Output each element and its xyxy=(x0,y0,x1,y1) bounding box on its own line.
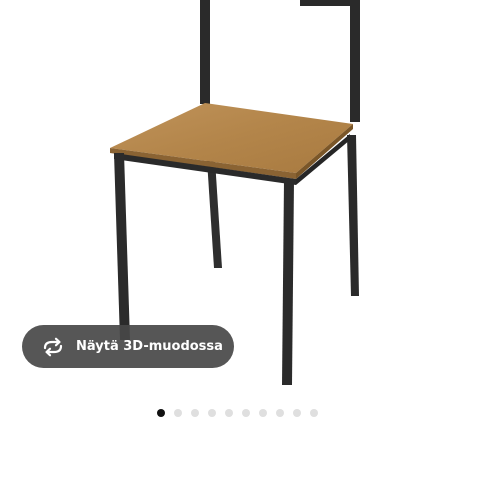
chair-rear-left-leg xyxy=(207,160,222,268)
pagination-dot[interactable] xyxy=(310,409,318,417)
product-gallery: Näytä 3D-muodossa xyxy=(0,0,480,480)
chair-back-left-upright xyxy=(200,0,210,104)
pagination-dot[interactable] xyxy=(259,409,267,417)
pagination-dot[interactable] xyxy=(208,409,216,417)
image-pagination xyxy=(157,409,318,417)
pagination-dot[interactable] xyxy=(276,409,284,417)
pagination-dot[interactable] xyxy=(242,409,250,417)
view-3d-button[interactable]: Näytä 3D-muodossa xyxy=(22,325,234,368)
rotate-3d-icon xyxy=(43,337,63,356)
view-3d-label: Näytä 3D-muodossa xyxy=(76,339,223,354)
chair-front-left-leg xyxy=(114,153,130,340)
pagination-dot[interactable] xyxy=(174,409,182,417)
chair-back-rail xyxy=(300,0,360,6)
chair-rear-right-leg xyxy=(347,135,359,296)
pagination-dot[interactable] xyxy=(293,409,301,417)
pagination-dot-active[interactable] xyxy=(157,409,165,417)
pagination-dot[interactable] xyxy=(191,409,199,417)
pagination-dot[interactable] xyxy=(225,409,233,417)
chair-back-right-upright xyxy=(350,0,360,122)
chair-front-right-leg xyxy=(282,180,294,385)
